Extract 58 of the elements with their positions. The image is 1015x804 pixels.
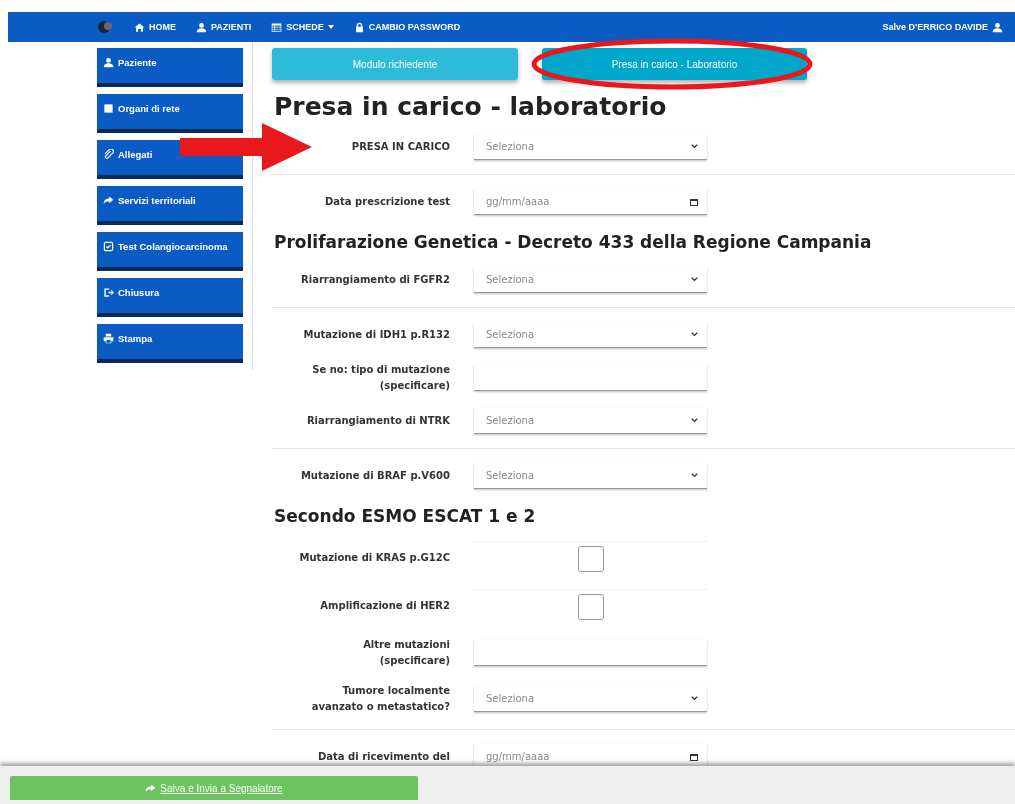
sidebar-item[interactable]: Paziente [97,48,243,87]
section-heading: Prolifarazione Genetica - Decreto 433 della Regione Campania [274,232,873,252]
sidebar-item[interactable]: Stampa [97,324,243,363]
field-label: Mutazione di KRAS p.G12C [298,551,450,565]
select-field[interactable]: Seleziona [474,322,707,348]
text-field[interactable] [474,640,707,666]
chevron-icon [690,416,699,425]
text-field[interactable] [474,365,707,391]
checkbox[interactable] [577,593,604,620]
field-label: Amplificazione di HER2 [319,599,450,613]
checkbox[interactable] [577,545,604,572]
sidebar-item[interactable]: Chiusura [97,278,243,317]
page-title: Presa in carico - laboratorio [274,92,668,121]
field-label: Riarrangiamento di NTRK [305,414,450,428]
sign-out-icon [103,287,114,298]
home-icon [134,21,145,33]
select-field[interactable]: Seleziona [474,267,707,293]
chevron-icon [690,330,699,339]
nav-link[interactable]: PAZIENTI [196,21,252,33]
select-field[interactable]: Seleziona [474,408,707,434]
field-label: Riarrangiamento di FGFR2 [300,273,450,287]
nav-link[interactable]: CAMBIO PASSWORD [353,21,461,33]
paperclip-icon [103,149,114,160]
sidebar-item[interactable]: Servizi territoriali [97,186,243,225]
field-label: Data prescrizione test [324,195,450,209]
field-label: Se no: tipo di mutazione (specificare) [311,363,450,393]
chevron-icon [690,694,699,703]
chevron-icon [690,142,699,151]
chevron-icon [690,471,699,480]
chevron-icon [690,275,699,284]
square-icon [103,103,114,114]
user-icon [992,21,1003,33]
sidebar-item[interactable]: Organi di rete [97,94,243,133]
field-label: Mutazione di IDH1 p.R132 [302,328,450,342]
field-label: PRESA IN CARICO [350,140,450,154]
table-icon [271,21,283,33]
logo-icon [96,19,114,35]
user-icon [103,57,114,68]
select-field[interactable]: Seleziona [474,134,707,160]
lock-icon [353,21,365,33]
date-field[interactable]: gg/mm/aaaa [474,189,707,215]
nav-link[interactable]: HOME [134,21,176,33]
select-field[interactable]: Seleziona [474,686,707,712]
sidebar-item[interactable]: Test Colangiocarcinoma [97,232,243,271]
checkbox-icon [103,241,114,252]
field-label: Altre mutazioni (specificare) [362,638,450,668]
calendar-icon [689,751,699,762]
select-field[interactable]: Seleziona [474,463,707,489]
field-label: Data di ricevimento del [317,750,450,764]
printer-icon [103,333,114,344]
user-icon [196,21,207,33]
nav-link[interactable]: SCHEDE [271,21,334,33]
share-icon [103,195,114,206]
field-label: Tumore localmente avanzato o metastatico? [310,684,450,714]
greeting-text: Salve D'ERRICO DAVIDE [882,22,988,32]
section-heading: Secondo ESMO ESCAT 1 e 2 [274,506,537,526]
calendar-icon [689,196,699,207]
field-label: Mutazione di BRAF p.V600 [299,469,450,483]
